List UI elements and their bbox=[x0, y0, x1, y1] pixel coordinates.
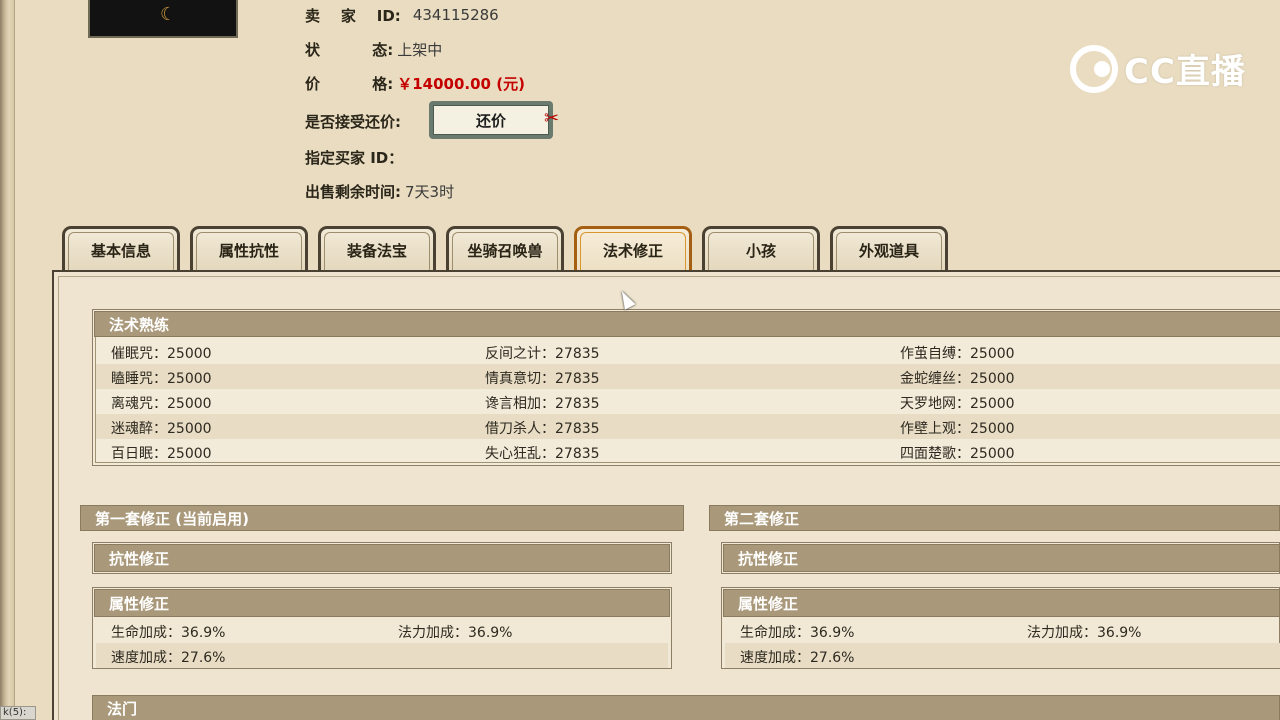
price-row: 价 格: ￥14000.00 (元) bbox=[305, 72, 525, 94]
modifier-set-1-title: 第一套修正 (当前启用) bbox=[80, 505, 684, 531]
seller-id: 434115286 bbox=[412, 6, 499, 24]
school-section-title: 法门 bbox=[92, 695, 1280, 720]
attr-cell: 速度加成：27.6% bbox=[740, 650, 855, 666]
set2-attr-row: 生命加成：36.9% 法力加成：36.9% bbox=[725, 618, 1280, 643]
tab-appearance[interactable]: 外观道具 bbox=[830, 226, 948, 272]
character-thumbnail: ☾ bbox=[88, 0, 238, 38]
price-value: ￥14000.00 (元) bbox=[397, 74, 525, 93]
modifier-set-2-title: 第二套修正 bbox=[709, 505, 1280, 531]
buyer-row: 指定买家 ID： bbox=[305, 146, 403, 168]
skill-row: 离魂咒：25000 谗言相加：27835 天罗地网：25000 bbox=[96, 389, 1280, 414]
counter-offer-row: 是否接受还价: bbox=[305, 110, 401, 132]
tab-label: 属性抗性 bbox=[218, 242, 279, 260]
set2-resist-title: 抗性修正 bbox=[723, 544, 1280, 572]
attr-cell: 速度加成：27.6% bbox=[111, 650, 226, 666]
cc-live-logo: CC直播 bbox=[1070, 44, 1246, 93]
skill-row: 瞌睡咒：25000 情真意切：27835 金蛇缠丝：25000 bbox=[96, 364, 1280, 389]
counter-offer-button[interactable]: 还价 bbox=[429, 101, 553, 139]
tab-label: 基本信息 bbox=[90, 242, 151, 260]
set1-attr-row: 生命加成：36.9% 法力加成：36.9% bbox=[96, 618, 668, 643]
scissors-icon: ✂ bbox=[544, 108, 560, 129]
window-edge-line bbox=[14, 0, 15, 720]
tab-children[interactable]: 小孩 bbox=[702, 226, 820, 272]
tab-label: 法术修正 bbox=[602, 242, 663, 260]
tab-label: 小孩 bbox=[745, 242, 776, 260]
set1-resist-title: 抗性修正 bbox=[94, 544, 670, 572]
skill-cell: 作壁上观：25000 bbox=[900, 421, 1015, 437]
skill-row: 迷魂醉：25000 借刀杀人：27835 作壁上观：25000 bbox=[96, 414, 1280, 439]
set2-attr-title: 属性修正 bbox=[723, 589, 1280, 617]
seller-label: 卖 家 ID: bbox=[305, 6, 401, 25]
tab-label: 装备法宝 bbox=[346, 242, 407, 260]
tab-label: 坐骑召唤兽 bbox=[467, 242, 543, 260]
skill-cell: 金蛇缠丝：25000 bbox=[900, 371, 1015, 387]
counter-offer-button-label: 还价 bbox=[433, 105, 549, 135]
remaining-value: 7天3时 bbox=[405, 182, 455, 201]
skill-cell: 百日眠：25000 bbox=[111, 446, 212, 462]
skill-cell: 谗言相加：27835 bbox=[485, 396, 600, 412]
set1-attr-row: 速度加成：27.6% bbox=[96, 643, 668, 668]
tab-basic-info[interactable]: 基本信息 bbox=[62, 226, 180, 272]
skill-cell: 迷魂醉：25000 bbox=[111, 421, 212, 437]
tab-spell-modifiers[interactable]: 法术修正 bbox=[574, 226, 692, 272]
attr-cell: 法力加成：36.9% bbox=[1027, 625, 1142, 641]
skill-cell: 催眠咒：25000 bbox=[111, 346, 212, 362]
skill-cell: 借刀杀人：27835 bbox=[485, 421, 600, 437]
status-value: 上架中 bbox=[397, 40, 443, 59]
corner-tooltip: k(5): bbox=[0, 706, 36, 720]
set2-attr-row: 速度加成：27.6% bbox=[725, 643, 1280, 668]
skill-cell: 情真意切：27835 bbox=[485, 371, 600, 387]
skill-cell: 作茧自缚：25000 bbox=[900, 346, 1015, 362]
tab-equipment[interactable]: 装备法宝 bbox=[318, 226, 436, 272]
set1-attr-title: 属性修正 bbox=[94, 589, 670, 617]
cc-logo-text: CC直播 bbox=[1124, 52, 1246, 92]
attr-cell: 法力加成：36.9% bbox=[398, 625, 513, 641]
skill-cell: 离魂咒：25000 bbox=[111, 396, 212, 412]
remaining-label: 出售剩余时间: bbox=[305, 182, 401, 201]
price-label: 价 格: bbox=[305, 74, 394, 93]
skill-row: 百日眠：25000 失心狂乱：27835 四面楚歌：25000 bbox=[96, 439, 1280, 464]
skill-cell: 瞌睡咒：25000 bbox=[111, 371, 212, 387]
attr-cell: 生命加成：36.9% bbox=[740, 625, 855, 641]
status-row: 状 态: 上架中 bbox=[305, 38, 442, 60]
status-label: 状 态: bbox=[305, 40, 394, 59]
tab-label: 外观道具 bbox=[858, 242, 919, 260]
skill-proficiency-title: 法术熟练 bbox=[94, 311, 1280, 337]
tab-mounts-pets[interactable]: 坐骑召唤兽 bbox=[446, 226, 564, 272]
counter-offer-label: 是否接受还价: bbox=[305, 112, 401, 131]
character-sprite-icon: ☾ bbox=[160, 4, 177, 25]
skill-row: 催眠咒：25000 反间之计：27835 作茧自缚：25000 bbox=[96, 339, 1280, 364]
remaining-row: 出售剩余时间: 7天3时 bbox=[305, 180, 454, 202]
window-left-edge bbox=[0, 0, 14, 720]
skill-cell: 反间之计：27835 bbox=[485, 346, 600, 362]
buyer-label: 指定买家 ID： bbox=[305, 148, 404, 167]
cc-logo-icon bbox=[1070, 44, 1118, 93]
tab-attributes[interactable]: 属性抗性 bbox=[190, 226, 308, 272]
skill-cell: 四面楚歌：25000 bbox=[900, 446, 1015, 462]
skill-cell: 天罗地网：25000 bbox=[900, 396, 1015, 412]
seller-row: 卖 家 ID: 434115286 bbox=[305, 4, 499, 26]
skill-cell: 失心狂乱：27835 bbox=[485, 446, 600, 462]
attr-cell: 生命加成：36.9% bbox=[111, 625, 226, 641]
